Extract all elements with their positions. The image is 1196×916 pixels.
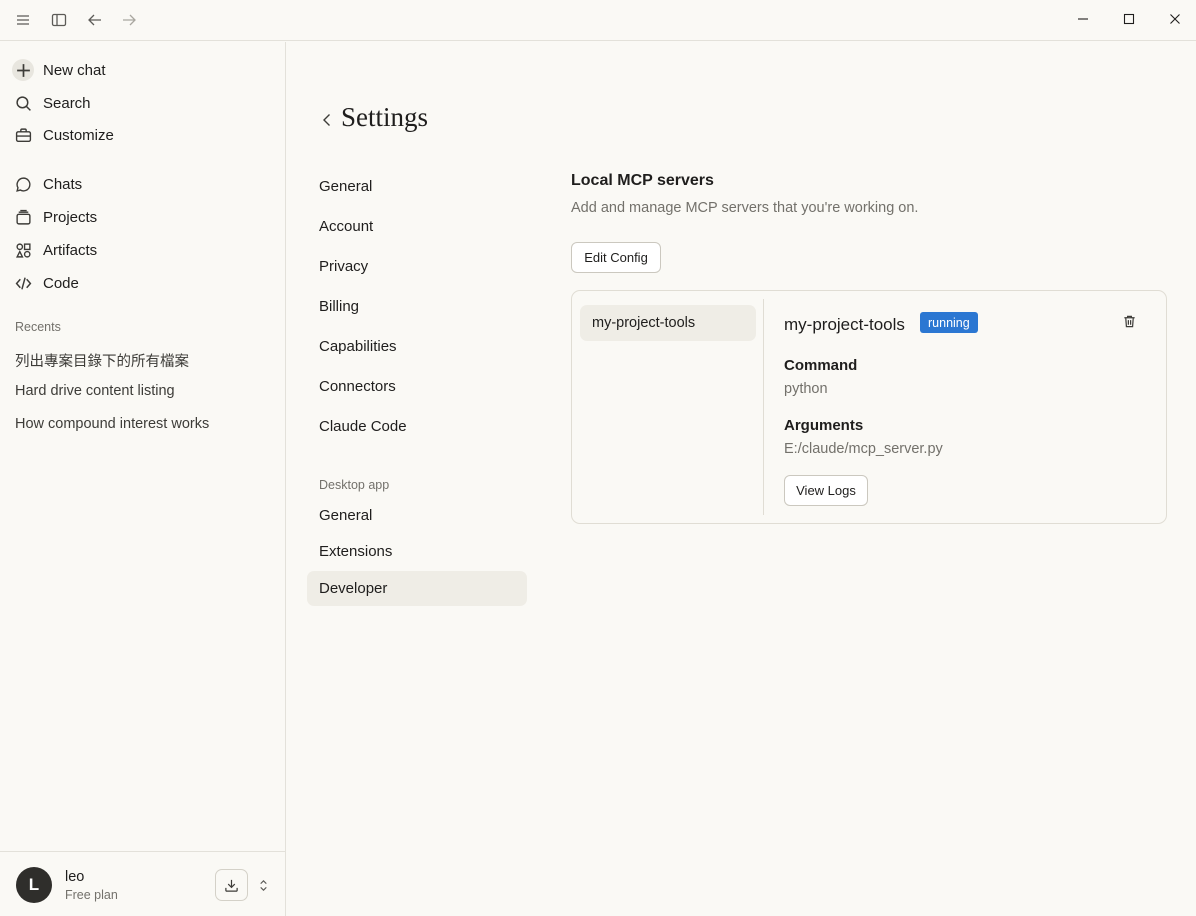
page-title: Settings [341,102,429,132]
shapes-icon [12,239,34,261]
arguments-value: E:/claude/mcp_server.py [784,441,943,457]
edit-config-button[interactable]: Edit Config [571,242,661,273]
section-subtitle: Add and manage MCP servers that you're w… [571,200,919,216]
back-arrow-icon[interactable] [84,9,106,31]
main-content: Settings General Account Privacy Billing… [287,42,1196,916]
server-panel: my-project-tools my-project-tools runnin… [571,290,1167,524]
arguments-label: Arguments [784,417,864,434]
server-name: my-project-tools [784,315,905,334]
sidebar-item-chats[interactable]: Chats [12,170,272,198]
settings-nav-extensions[interactable]: Extensions [307,534,527,569]
recent-chat-item[interactable]: Hard drive content listing [15,383,175,399]
title-bar [0,0,1196,41]
briefcase-icon [12,124,34,146]
search-icon [12,92,34,114]
panel-divider [763,299,764,515]
view-logs-button[interactable]: View Logs [784,475,868,506]
maximize-icon[interactable] [1117,8,1141,30]
chevron-up-down-icon[interactable] [254,876,272,894]
settings-nav-privacy[interactable]: Privacy [307,249,527,284]
menu-icon[interactable] [12,9,34,31]
server-list-item[interactable]: my-project-tools [580,305,756,341]
settings-nav-connectors[interactable]: Connectors [307,369,527,404]
sidebar-item-code[interactable]: Code [12,269,272,297]
projects-label: Projects [43,208,98,226]
search-button[interactable]: Search [12,89,272,117]
recent-chat-item[interactable]: How compound interest works [15,416,209,432]
plus-icon [12,59,34,81]
sidebar-item-projects[interactable]: Projects [12,203,272,231]
desktop-app-label: Desktop app [319,478,390,492]
code-label: Code [43,274,79,292]
settings-nav-developer[interactable]: Developer [307,571,527,606]
folder-stack-icon [12,206,34,228]
settings-nav-claude-code[interactable]: Claude Code [307,409,527,444]
artifacts-label: Artifacts [43,241,98,259]
status-badge: running [920,312,978,333]
new-chat-label: New chat [43,61,106,79]
settings-nav-general[interactable]: General [307,169,527,204]
forward-arrow-icon[interactable] [118,9,140,31]
sidebar: New chat Search Customize Chats Projects… [0,42,286,916]
download-button[interactable] [215,869,248,901]
customize-label: Customize [43,126,114,144]
recent-chat-item[interactable]: 列出專案目錄下的所有檔案 [15,350,189,371]
settings-nav-capabilities[interactable]: Capabilities [307,329,527,364]
trash-icon[interactable] [1122,314,1138,330]
command-value: python [784,381,828,397]
avatar[interactable]: L [16,867,52,903]
close-icon[interactable] [1163,8,1187,30]
recents-title: Recents [15,320,61,334]
customize-button[interactable]: Customize [12,121,272,149]
mcp-section: Local MCP servers Add and manage MCP ser… [571,172,1167,524]
search-label: Search [43,94,91,112]
sidebar-toggle-icon[interactable] [48,9,70,31]
code-icon [12,272,34,294]
user-plan: Free plan [65,888,118,902]
user-name: leo [65,869,85,885]
new-chat-button[interactable]: New chat [12,56,272,84]
user-bar[interactable]: L leo Free plan [0,851,286,916]
chevron-left-icon[interactable] [319,112,335,128]
chats-label: Chats [43,175,83,193]
minimize-icon[interactable] [1071,8,1095,30]
sidebar-item-artifacts[interactable]: Artifacts [12,236,272,264]
settings-nav-account[interactable]: Account [307,209,527,244]
settings-nav-billing[interactable]: Billing [307,289,527,324]
section-title: Local MCP servers [571,172,714,189]
command-label: Command [784,357,858,374]
download-icon [225,879,238,892]
chat-bubble-icon [12,173,34,195]
settings-nav-desktop-general[interactable]: General [307,498,527,533]
